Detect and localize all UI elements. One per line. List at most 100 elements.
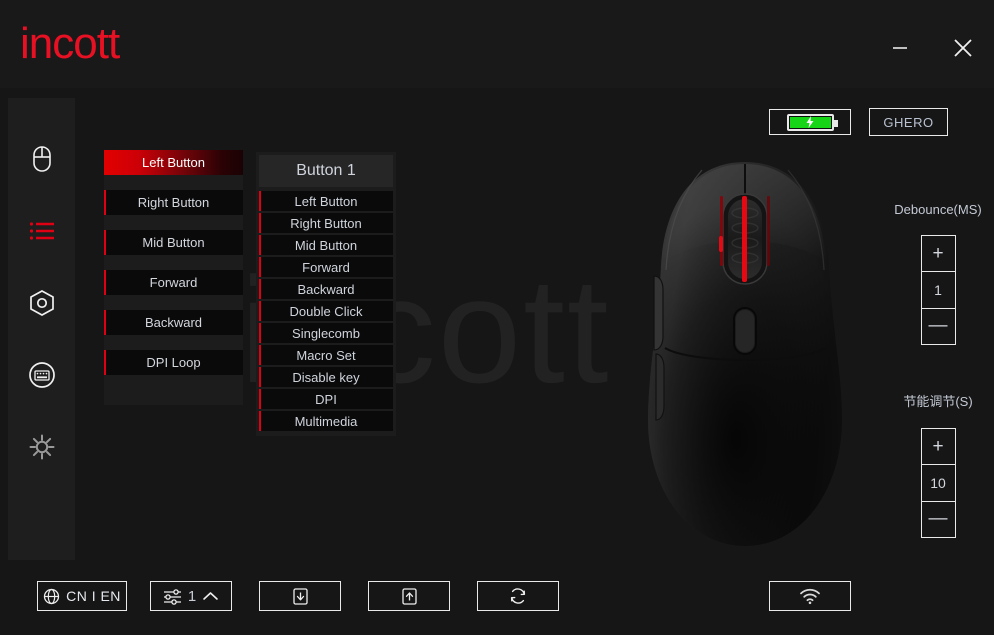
assign-option-label: Backward <box>297 281 355 297</box>
minimize-icon <box>889 37 911 59</box>
keyboard-circle-icon <box>27 360 57 390</box>
power-save-stepper: + 10 — <box>920 428 956 538</box>
accent-bar <box>259 279 261 299</box>
assign-option-label: Disable key <box>292 369 360 385</box>
power-save-increment-button[interactable]: + <box>922 429 955 464</box>
wheel-light <box>742 196 747 282</box>
battery-icon <box>786 113 838 131</box>
assign-option-label: Forward <box>302 259 350 275</box>
assign-dropdown-header-label: Button 1 <box>296 162 356 179</box>
assign-option-label: Right Button <box>290 215 362 231</box>
accent-bar <box>259 301 261 321</box>
accent-bar <box>259 323 261 343</box>
button-list-item-left-button[interactable]: Left Button <box>104 150 243 175</box>
wifi-icon <box>799 588 821 605</box>
debounce-decrement-button[interactable]: — <box>922 309 955 344</box>
power-save-label: 节能调节(S) <box>903 394 973 409</box>
sliders-icon <box>163 588 182 605</box>
assign-option-label: Double Click <box>289 303 363 319</box>
sidebar-item-macro[interactable] <box>8 344 75 406</box>
button-list-item-dpi-loop[interactable]: DPI Loop <box>104 350 243 375</box>
language-toggle-button[interactable]: CN I EN <box>37 581 127 611</box>
gear-icon <box>28 433 56 461</box>
assign-option-macro-set[interactable]: Macro Set <box>259 345 393 365</box>
profile-number: 1 <box>187 587 197 605</box>
chevron-up-icon <box>202 590 219 602</box>
sidebar-item-dpi[interactable] <box>8 272 75 334</box>
assign-option-disable-key[interactable]: Disable key <box>259 367 393 387</box>
assign-option-left-button[interactable]: Left Button <box>259 191 393 211</box>
button-list-item-label: Forward <box>149 275 198 290</box>
accent-bar <box>104 270 106 295</box>
close-button[interactable] <box>943 30 983 66</box>
upload-file-icon <box>400 587 419 606</box>
refresh-icon <box>508 586 528 606</box>
sidebar-item-mouse[interactable] <box>8 128 75 190</box>
debounce-label: Debounce(MS) <box>894 202 982 217</box>
download-file-icon <box>291 587 310 606</box>
power-save-value[interactable]: 10 <box>921 464 955 502</box>
sidebar-item-settings[interactable] <box>8 416 75 478</box>
button-list-item-backward[interactable]: Backward <box>104 310 243 335</box>
assign-option-forward[interactable]: Forward <box>259 257 393 277</box>
assign-option-multimedia[interactable]: Multimedia <box>259 411 393 431</box>
assign-dropdown: Button 1 Left Button Right Button Mid Bu… <box>256 152 396 436</box>
button-list-item-label: DPI Loop <box>146 355 201 370</box>
debounce-value[interactable]: 1 <box>921 271 955 309</box>
accent-bar <box>259 191 261 211</box>
button-list-item-forward[interactable]: Forward <box>104 270 243 295</box>
hexagon-sensor-icon <box>27 288 57 318</box>
title-bar: incott <box>0 0 994 88</box>
debounce-stepper: + 1 — <box>920 235 956 345</box>
assign-option-right-button[interactable]: Right Button <box>259 213 393 233</box>
mouse-icon <box>28 144 56 174</box>
assign-dropdown-header[interactable]: Button 1 <box>259 155 393 187</box>
reset-button[interactable] <box>477 581 559 611</box>
assign-option-dpi[interactable]: DPI <box>259 389 393 409</box>
accent-bar <box>104 230 106 255</box>
assign-option-label: Singlecomb <box>292 325 360 341</box>
minimize-button[interactable] <box>880 30 920 66</box>
accent-bar <box>259 345 261 365</box>
assign-option-backward[interactable]: Backward <box>259 279 393 299</box>
close-icon <box>950 35 976 61</box>
wireless-status-button[interactable] <box>769 581 851 611</box>
assign-option-double-click[interactable]: Double Click <box>259 301 393 321</box>
debounce-increment-button[interactable]: + <box>922 236 955 271</box>
power-save-decrement-button[interactable]: — <box>922 502 955 537</box>
side-button-backward <box>655 353 665 421</box>
battery-indicator <box>769 109 851 135</box>
app-window: incott incott Left Button Right Button M… <box>0 0 994 635</box>
accent-bar <box>104 190 106 215</box>
accent-bar <box>259 411 261 431</box>
button-list-item-label: Backward <box>144 315 203 330</box>
sidebar <box>8 98 75 560</box>
assign-option-label: Macro Set <box>296 347 356 363</box>
accent-bar <box>104 350 106 375</box>
accent-bar <box>259 389 261 409</box>
device-name-label: GHERO <box>883 114 934 130</box>
assign-option-label: Multimedia <box>294 413 358 429</box>
button-list-item-right-button[interactable]: Right Button <box>104 190 243 215</box>
profile-selector-button[interactable]: 1 <box>150 581 232 611</box>
language-label: CN I EN <box>66 588 121 604</box>
assign-option-singlecomb[interactable]: Singlecomb <box>259 323 393 343</box>
button-list-item-label: Mid Button <box>142 235 205 250</box>
export-profile-button[interactable] <box>368 581 450 611</box>
accent-bar <box>259 367 261 387</box>
import-profile-button[interactable] <box>259 581 341 611</box>
sidebar-item-buttons[interactable] <box>8 200 75 262</box>
accent-bar <box>104 310 106 335</box>
charging-bolt-icon <box>806 116 814 128</box>
button-list-item-mid-button[interactable]: Mid Button <box>104 230 243 255</box>
accent-bar <box>259 213 261 233</box>
assign-option-mid-button[interactable]: Mid Button <box>259 235 393 255</box>
device-name-button[interactable]: GHERO <box>869 108 948 136</box>
brand-logo: incott <box>20 19 120 68</box>
assign-option-label: Left Button <box>294 193 358 209</box>
globe-icon <box>43 588 60 605</box>
battery-cap <box>833 119 838 127</box>
mouse-preview-image <box>630 158 860 553</box>
button-list-panel: Left Button Right Button Mid Button Forw… <box>104 150 243 405</box>
power-save-setting: 节能调节(S) + 10 — <box>884 391 992 538</box>
